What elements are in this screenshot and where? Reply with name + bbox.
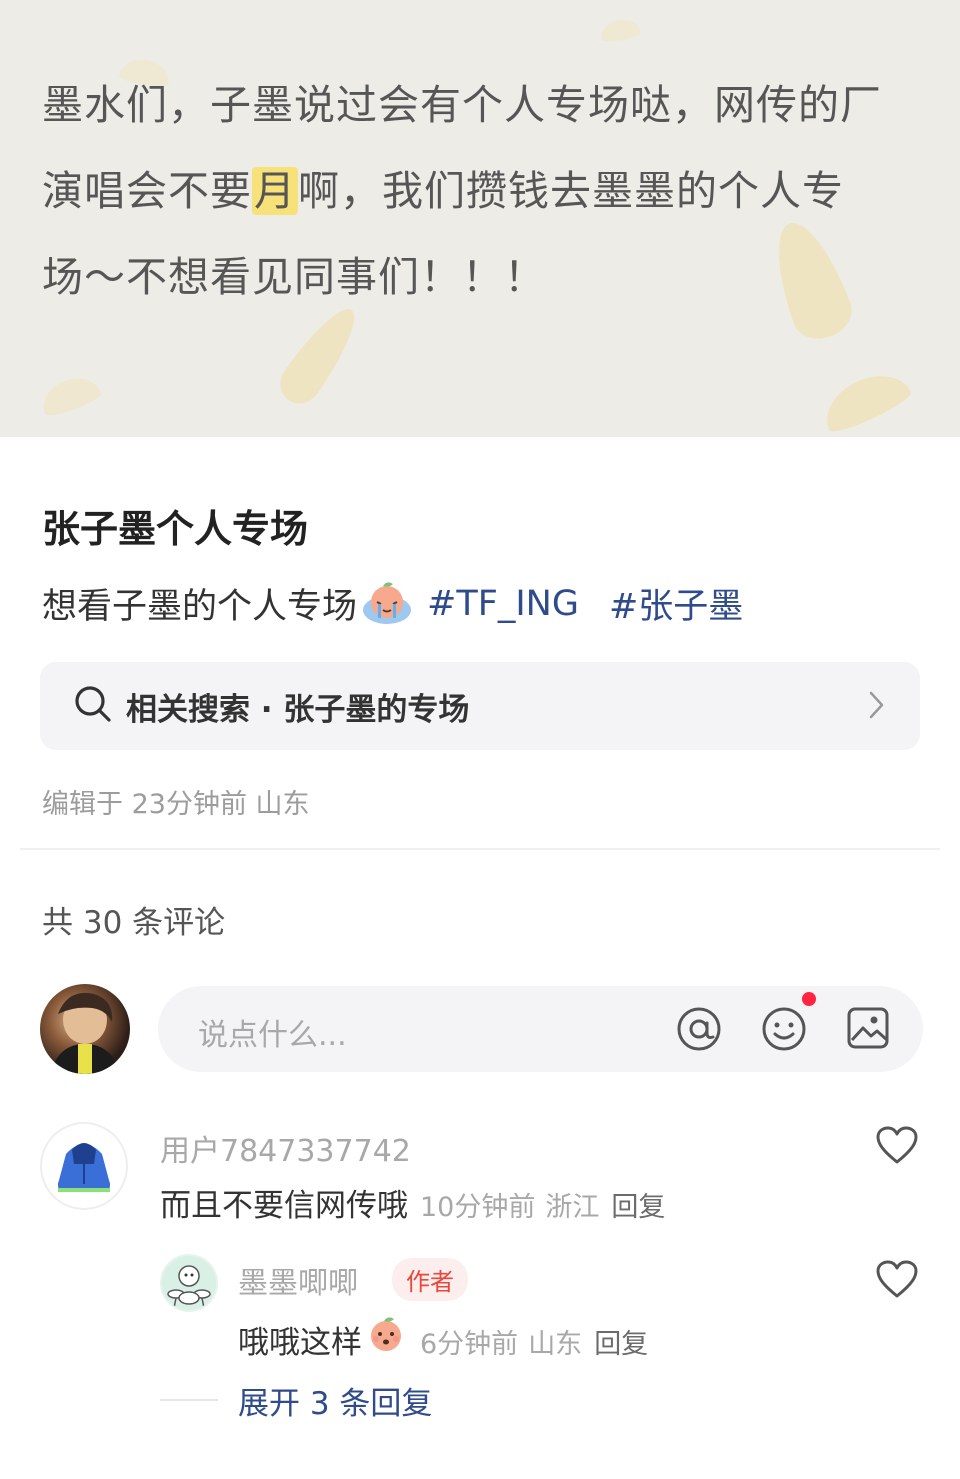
reply-time: 6分钟前 [420, 1329, 519, 1360]
crying-peach-emoji-icon [361, 580, 413, 628]
comment-time: 10分钟前 [420, 1192, 536, 1223]
related-search-bar[interactable]: 相关搜索 · 张子墨的专场 [40, 662, 920, 750]
reply-reply-button[interactable]: 回复 [594, 1322, 648, 1361]
hashtag-zhangzimo[interactable]: #张子墨 [609, 578, 743, 629]
peach-emoji-icon [364, 1313, 408, 1353]
comment-location: 浙江 [545, 1192, 600, 1223]
reply-location: 山东 [528, 1329, 583, 1360]
my-avatar[interactable] [40, 984, 130, 1074]
emoji-icon[interactable] [761, 1006, 807, 1056]
at-icon[interactable] [676, 1006, 722, 1056]
author-name[interactable]: 墨墨唧唧 [238, 1258, 358, 1302]
comment-count: 共 30 条评论 [42, 905, 226, 941]
comment-text: 而且不要信网传哦 [160, 1188, 408, 1224]
author-badge: 作者 [392, 1258, 468, 1301]
author-avatar[interactable] [160, 1254, 218, 1312]
expand-replies-button[interactable]: 展开 3 条回复 [238, 1378, 432, 1423]
notification-dot [802, 992, 816, 1006]
heart-icon[interactable] [876, 1126, 918, 1170]
comment-input-placeholder: 说点什么... [198, 1018, 347, 1053]
commenter-name[interactable]: 用户7847337742 [160, 1126, 411, 1170]
post-body-text: 想看子墨的个人专场 [42, 587, 358, 627]
chevron-right-icon [868, 690, 886, 724]
post-body: 想看子墨的个人专场 #TF_ING #张子墨 [42, 578, 743, 629]
post-image-line-2: 演唱会不要月啊，我们攒钱去墨墨的个人专 [42, 167, 844, 215]
hashtag-tf-ing[interactable]: #TF_ING [427, 584, 579, 624]
heart-icon[interactable] [876, 1260, 918, 1304]
expand-divider [160, 1399, 218, 1401]
edit-timestamp: 编辑于 23分钟前 山东 [42, 789, 310, 820]
highlighted-char: 月 [252, 167, 298, 215]
post-image-text: 墨水们，子墨说过会有个人专场哒，网传的厂 演唱会不要月啊，我们攒钱去墨墨的个人专… [42, 62, 922, 320]
search-icon [74, 685, 112, 727]
post-image-line-1: 墨水们，子墨说过会有个人专场哒，网传的厂 [42, 81, 882, 129]
related-search-label: 相关搜索 · 张子墨的专场 [126, 691, 470, 728]
divider [20, 848, 940, 850]
comment-input[interactable]: 说点什么... [158, 986, 923, 1072]
comment-row: 而且不要信网传哦 10分钟前 浙江 回复 [160, 1180, 665, 1225]
post-title: 张子墨个人专场 [42, 507, 309, 551]
reply-row: 哦哦这样 6分钟前 山东 回复 [238, 1313, 648, 1362]
image-icon[interactable] [846, 1006, 890, 1054]
reply-text: 哦哦这样 [238, 1325, 362, 1361]
post-image-card[interactable]: 墨水们，子墨说过会有个人专场哒，网传的厂 演唱会不要月啊，我们攒钱去墨墨的个人专… [0, 0, 960, 437]
commenter-avatar[interactable] [40, 1122, 128, 1210]
post-image-line-3: 场～不想看见同事们！！！ [42, 253, 546, 301]
reply-button[interactable]: 回复 [611, 1185, 665, 1224]
